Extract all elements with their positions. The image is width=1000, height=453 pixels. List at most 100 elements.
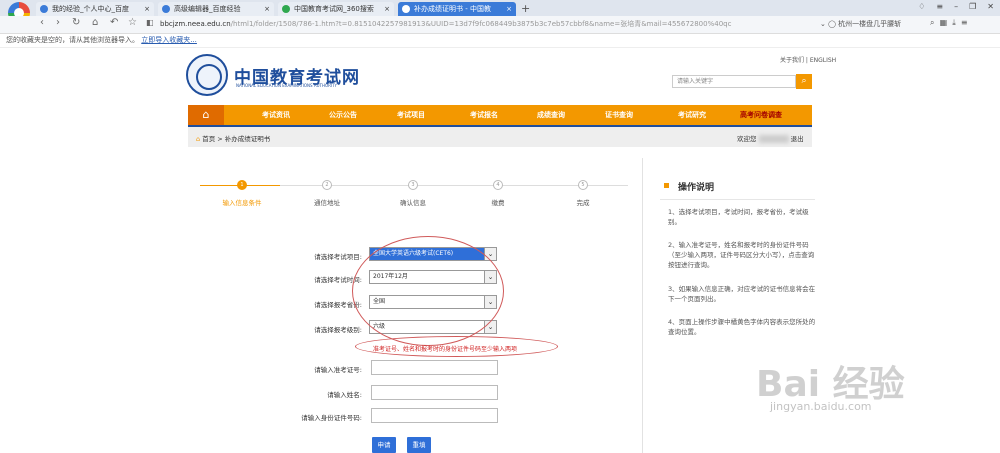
nav-item[interactable]: 考试研究 (678, 105, 706, 125)
square-bullet-icon (664, 183, 669, 188)
step-dot: 4 (493, 180, 503, 190)
url-domain: bbcjzm.neea.edu.cn (160, 20, 231, 28)
welcome-text: 欢迎您 (737, 135, 757, 143)
site-subtitle: NATIONAL EDUCATION EXAMINATIONS AUTHORIT… (236, 83, 337, 88)
top-links[interactable]: 关于我们 | ENGLISH (780, 55, 836, 64)
step-dot: 1 (237, 180, 247, 190)
ticket-number-label: 请输入准考证号: (314, 366, 362, 374)
step-dot: 3 (408, 180, 418, 190)
favorites-bar: 您的收藏夹是空的，请从其他浏览器导入。 立即导入收藏夹... (0, 34, 1000, 48)
url-field[interactable]: bbcjzm.neea.edu.cn/html1/folder/1508/786… (160, 18, 840, 31)
favorites-empty-text: 您的收藏夹是空的，请从其他浏览器导入。 (6, 36, 139, 44)
tab-label: 中国教育考试网_360搜索 (294, 5, 374, 13)
tab-favicon-icon (402, 5, 410, 13)
home-nav-button[interactable]: ⌂ (188, 105, 224, 125)
browser-tab-3[interactable]: 中国教育考试网_360搜索 × (278, 2, 394, 16)
tab-close-icon[interactable]: × (381, 5, 390, 13)
watermark-url: jingyan.baidu.com (770, 400, 872, 413)
step-label: 缴费 (491, 199, 505, 207)
search-icon: ⌕ (801, 76, 807, 86)
nav-item-survey[interactable]: 高考问卷调查 (740, 105, 782, 125)
home-icon: ⌂ (196, 135, 201, 143)
search-button[interactable]: ⌕ (796, 74, 812, 89)
home-icon[interactable]: ⌂ (92, 17, 98, 28)
tab-favicon-icon (40, 5, 48, 13)
input-requirement-note: 准考证号、姓名和报考时的身份证件号码至少输入两项 (373, 346, 518, 353)
refresh-icon[interactable]: ↻ (72, 17, 80, 28)
annotation-ellipse (352, 236, 504, 346)
breadcrumb-text[interactable]: 首页 > 补办成绩证明书 (202, 135, 270, 143)
nav-item[interactable]: 证书查询 (605, 105, 633, 125)
nav-item[interactable]: 公示公告 (329, 105, 357, 125)
import-favorites-link[interactable]: 立即导入收藏夹... (141, 36, 197, 44)
instruction-item: 3、如果输入信息正确，对应考试的证书信息将会在下一个页面列出。 (668, 285, 816, 303)
level-label: 请选择报考级别: (314, 326, 362, 334)
nav-item[interactable]: 考试项目 (397, 105, 425, 125)
panel-divider (642, 158, 643, 453)
step-label-active: 输入信息条件 (222, 199, 262, 207)
minimize-icon[interactable]: – (954, 2, 958, 11)
tab-label: 补办成绩证明书 - 中国教 (414, 5, 491, 13)
ticket-number-input[interactable] (371, 360, 498, 375)
nav-item[interactable]: 成绩查询 (537, 105, 565, 125)
search-extension-text: 杭州一楼盘几乎腰斩 (838, 20, 902, 28)
browser-tab-2[interactable]: 高级编辑器_百度经验 × (158, 2, 274, 16)
tab-label: 高级编辑器_百度经验 (174, 5, 241, 13)
tab-close-icon[interactable]: × (261, 5, 270, 13)
welcome-area: 欢迎您 退出 (737, 133, 804, 143)
forward-icon[interactable]: › (56, 17, 60, 28)
download-icon[interactable]: ⤓ (952, 18, 956, 27)
logout-link[interactable]: 退出 (791, 135, 804, 143)
more-icon[interactable]: ≡ (961, 18, 968, 27)
toolbar-icons: ⌕ ▦ ⤓ ≡ (930, 18, 968, 28)
window-controls: ♢ ≡ – ❐ ✕ (918, 2, 994, 11)
step-label: 完成 (576, 199, 590, 207)
instructions-title: 操作说明 (678, 183, 715, 193)
exam-time-label: 请选择考试时间: (314, 276, 362, 284)
restore-icon[interactable]: ❐ (969, 2, 976, 11)
step-dot: 2 (322, 180, 332, 190)
tab-close-icon[interactable]: × (141, 5, 150, 13)
tab-favicon-icon (282, 5, 290, 13)
nav-item[interactable]: 考试报名 (470, 105, 498, 125)
search-extension[interactable]: ⌄ ◯ 杭州一楼盘几乎腰斩 (820, 18, 901, 31)
close-icon[interactable]: ✕ (987, 2, 994, 11)
menu-icon[interactable]: ≡ (936, 2, 943, 11)
star-icon[interactable]: ☆ (128, 17, 137, 28)
name-label: 请输入姓名: (327, 391, 362, 399)
tab-favicon-icon (162, 5, 170, 13)
tab-label: 我的经验_个人中心_百度 (52, 5, 129, 13)
back-icon[interactable]: ‹ (40, 17, 44, 28)
instruction-item: 4、页面上操作步骤中橘黄色字体内容表示您所处的查询位置。 (668, 318, 816, 336)
url-path: /html1/folder/1508/786-1.htm?t=0.8151042… (230, 20, 732, 28)
instruction-item: 1、选择考试项目，考试时间，报考省份，考试级别。 (668, 208, 809, 226)
site-search-input[interactable]: 请输入关键字 (672, 75, 796, 88)
apply-button[interactable]: 申请 (372, 437, 396, 453)
id-number-input[interactable] (371, 408, 498, 423)
instruction-item: 2、输入准考证号，姓名和报考时的身份证件号码（至少输入两项，证件号码区分大小写）… (668, 241, 815, 269)
neea-logo-icon[interactable] (186, 54, 228, 96)
browser-tab-1[interactable]: 我的经验_个人中心_百度 × (36, 2, 154, 16)
browser-tab-active[interactable]: 补办成绩证明书 - 中国教 × (398, 2, 516, 16)
apps-icon[interactable]: ▦ (940, 18, 948, 27)
id-number-label: 请输入身份证件号码: (301, 414, 362, 422)
new-tab-button[interactable]: + (521, 2, 530, 15)
home-icon: ⌂ (202, 108, 210, 121)
lock-icon: ◧ (146, 18, 154, 27)
name-input[interactable] (371, 385, 498, 400)
blurred-username (758, 135, 789, 143)
instructions-divider (660, 199, 815, 200)
undo-icon[interactable]: ↶ (110, 17, 118, 28)
exam-item-label: 请选择考试项目: (314, 253, 362, 261)
nav-item[interactable]: 考试资讯 (262, 105, 290, 125)
search-icon[interactable]: ⌕ (930, 18, 934, 27)
step-label: 确认信息 (400, 199, 426, 207)
step-dot: 5 (578, 180, 588, 190)
tab-close-icon[interactable]: × (503, 5, 512, 13)
step-label: 通信地址 (314, 199, 340, 207)
breadcrumb: ⌂ 首页 > 补办成绩证明书 (196, 133, 270, 143)
shirt-icon[interactable]: ♢ (918, 2, 925, 11)
province-label: 请选择报考省份: (314, 301, 362, 309)
main-nav: 考试资讯 公示公告 考试项目 考试报名 成绩查询 证书查询 考试研究 高考问卷调… (188, 105, 812, 125)
reset-button[interactable]: 重填 (407, 437, 431, 453)
